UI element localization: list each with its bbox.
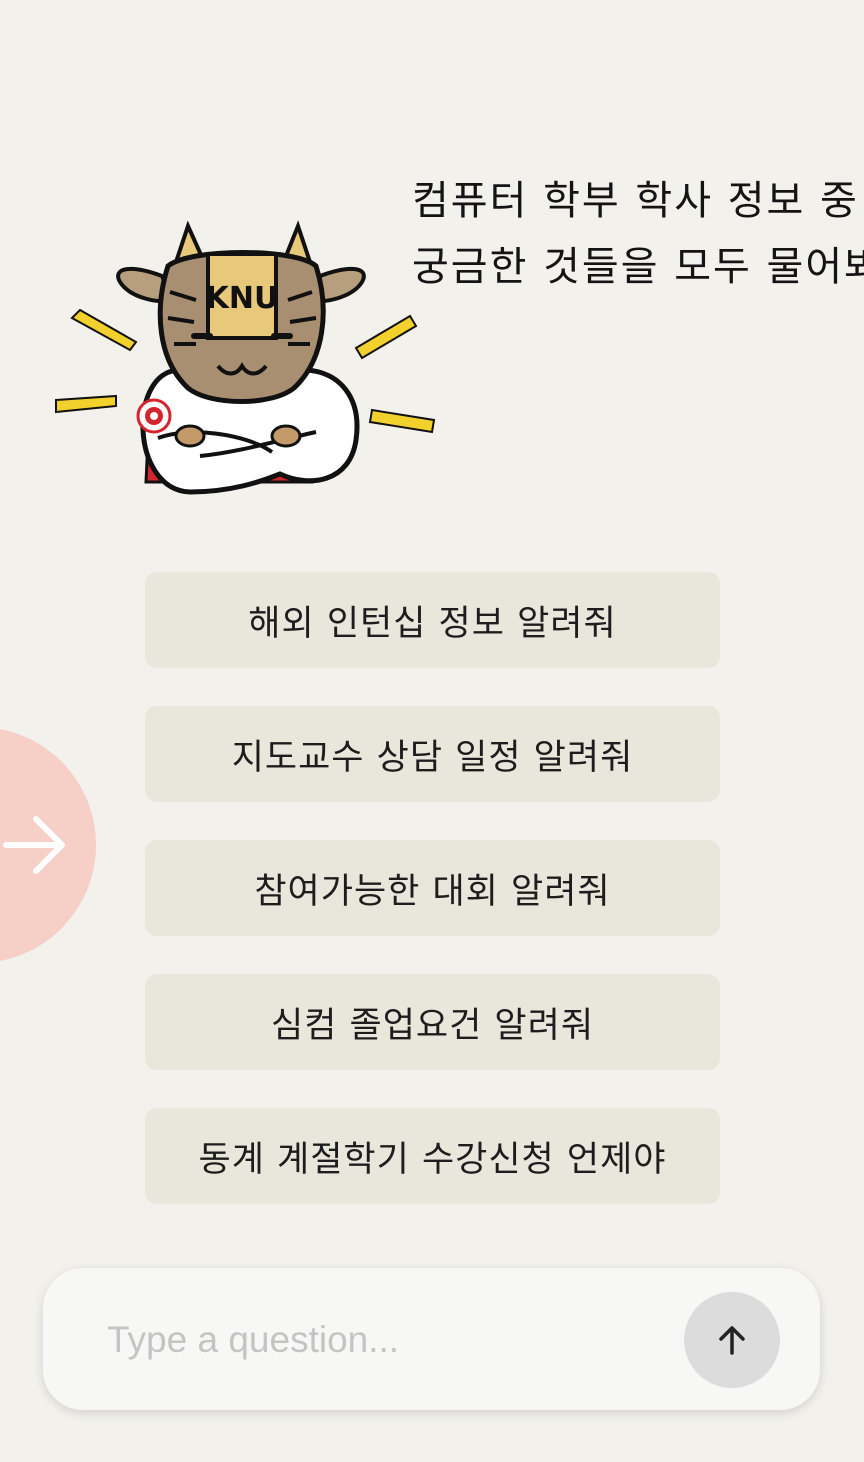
- chat-home-screen: 컴퓨터 학부 학사 정보 중 궁금한 것들을 모두 물어봐!!: [0, 0, 864, 1462]
- question-input-bar: [43, 1268, 820, 1410]
- send-button[interactable]: [684, 1292, 780, 1388]
- greeting-line-2: 궁금한 것들을 모두 물어봐!!: [412, 244, 864, 290]
- cow-mascot-icon: KNU: [50, 220, 440, 510]
- suggestion-chip-winter-session[interactable]: 동계 계절학기 수강신청 언제야: [145, 1108, 720, 1204]
- next-arrow-button[interactable]: [0, 727, 96, 963]
- mascot-face-text: KNU: [206, 281, 279, 316]
- greeting-speech: 컴퓨터 학부 학사 정보 중 궁금한 것들을 모두 물어봐!!: [412, 168, 864, 300]
- suggestion-chip-graduation[interactable]: 심컴 졸업요건 알려줘: [145, 974, 720, 1070]
- suggestion-chip-contests[interactable]: 참여가능한 대회 알려줘: [145, 840, 720, 936]
- greeting-line-1: 컴퓨터 학부 학사 정보 중: [412, 178, 859, 224]
- arrow-up-icon: [719, 1326, 745, 1355]
- suggestion-chip-internship[interactable]: 해외 인턴십 정보 알려줘: [145, 572, 720, 668]
- arrow-right-icon: [3, 816, 65, 874]
- question-input[interactable]: [105, 1308, 669, 1372]
- suggestion-chip-advisor[interactable]: 지도교수 상담 일정 알려줘: [145, 706, 720, 802]
- suggestion-list: 해외 인턴십 정보 알려줘 지도교수 상담 일정 알려줘 참여가능한 대회 알려…: [145, 572, 720, 1242]
